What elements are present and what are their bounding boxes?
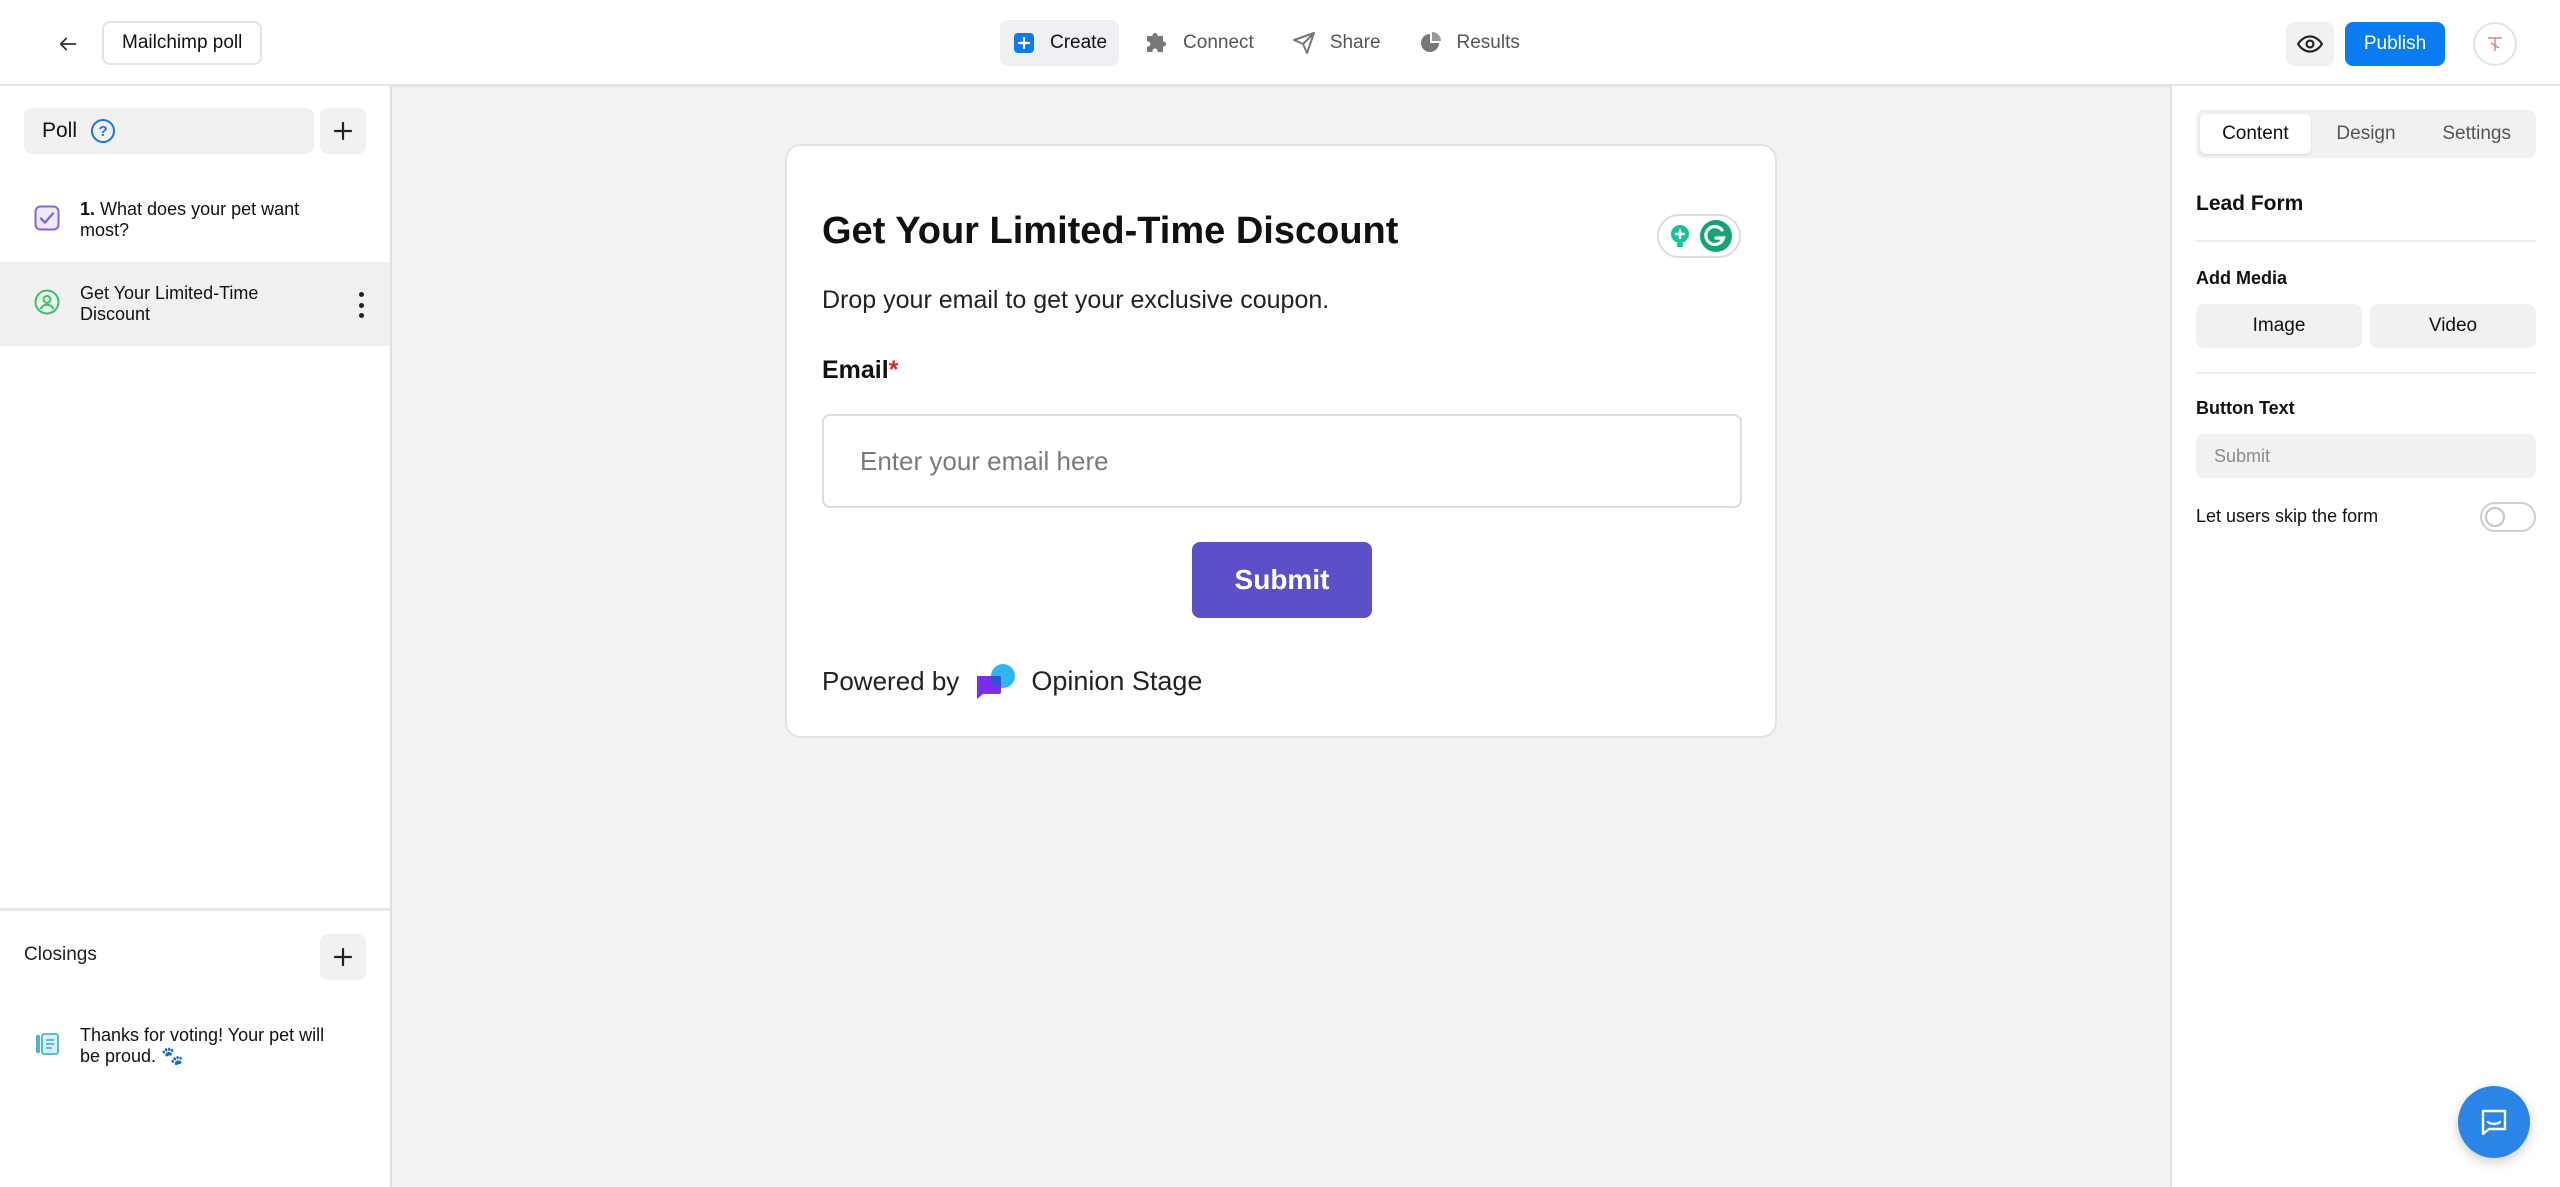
chat-support-button[interactable] — [2458, 1086, 2530, 1158]
nav-connect[interactable]: Connect — [1133, 20, 1266, 66]
tab-design[interactable]: Design — [2311, 114, 2422, 154]
nav-label: Results — [1456, 32, 1520, 53]
lead-form-icon — [34, 289, 60, 320]
add-video-button[interactable]: Video — [2370, 304, 2536, 348]
checkbox-icon — [34, 205, 60, 236]
more-options-icon[interactable] — [356, 292, 366, 318]
add-image-button[interactable]: Image — [2196, 304, 2362, 348]
poll-section-label: Poll — [42, 119, 78, 142]
required-mark: * — [888, 356, 899, 384]
pie-chart-icon — [1419, 31, 1443, 55]
button-text-label: Button Text — [2196, 398, 2295, 418]
panel-title: Lead Form — [2196, 192, 2304, 215]
lightbulb-icon — [1671, 225, 1689, 247]
email-label: Email* — [822, 356, 898, 385]
chat-icon — [2481, 1109, 2507, 1136]
add-media-label: Add Media — [2196, 268, 2288, 288]
send-icon — [1292, 31, 1316, 55]
divider — [0, 908, 390, 911]
back-button[interactable] — [48, 24, 88, 64]
add-closing-button[interactable] — [320, 934, 366, 980]
card-subtitle[interactable]: Drop your email to get your exclusive co… — [822, 286, 1329, 315]
left-sidebar: Poll ? 1. What does your pet want most? … — [0, 86, 392, 1187]
right-panel: Content Design Settings Lead Form Add Me… — [2170, 86, 2560, 1187]
poll-section-header: Poll ? — [24, 108, 314, 154]
divider — [2196, 240, 2536, 242]
closing-item-label: Thanks for voting! Your pet will be prou… — [80, 1025, 325, 1066]
avatar[interactable] — [2473, 22, 2517, 66]
nav-share[interactable]: Share — [1280, 20, 1393, 66]
preview-button[interactable] — [2286, 22, 2334, 66]
lead-form-card: Get Your Limited-Time Discount Drop your… — [785, 144, 1777, 738]
tab-content[interactable]: Content — [2200, 114, 2311, 154]
add-question-button[interactable] — [320, 108, 366, 154]
main-nav: Create Connect Share Results — [1000, 20, 1532, 66]
nav-create[interactable]: Create — [1000, 20, 1120, 66]
divider — [2196, 372, 2536, 374]
publish-button[interactable]: Publish — [2345, 22, 2445, 66]
nav-label: Create — [1050, 32, 1108, 53]
powered-by-label: Powered by — [822, 665, 960, 696]
user-logo-icon — [2488, 37, 2502, 51]
skip-form-toggle[interactable] — [2480, 502, 2536, 532]
closings-label: Closings — [24, 944, 97, 965]
nav-label: Share — [1329, 32, 1381, 53]
poll-title[interactable]: Mailchimp poll — [102, 21, 263, 65]
email-label-text: Email — [822, 356, 889, 384]
powered-by[interactable]: Powered by Opinion Stage — [822, 662, 1202, 700]
lead-form-item-label: Get Your Limited-Time Discount — [80, 283, 259, 324]
plus-square-icon — [1012, 31, 1036, 55]
sidebar-item-lead-form[interactable]: Get Your Limited-Time Discount — [0, 262, 390, 346]
nav-label: Connect — [1183, 32, 1254, 53]
sidebar-item-closing-1[interactable]: Thanks for voting! Your pet will be prou… — [0, 1004, 390, 1088]
button-text-input[interactable] — [2196, 434, 2536, 478]
closing-page-icon — [34, 1031, 60, 1062]
sidebar-item-question-1[interactable]: 1. What does your pet want most? — [0, 178, 390, 262]
panel-tabs: Content Design Settings — [2196, 110, 2536, 158]
arrow-left-icon — [59, 37, 77, 51]
brand-name: Opinion Stage — [1031, 665, 1203, 696]
submit-button[interactable]: Submit — [1192, 542, 1372, 618]
top-bar: Mailchimp poll Create Connect Share Resu… — [0, 0, 2560, 86]
question-number: 1. — [80, 199, 96, 219]
grammarly-icon — [1700, 220, 1732, 252]
tab-settings[interactable]: Settings — [2421, 114, 2532, 154]
question-text: What does your pet want most? — [80, 199, 300, 240]
plus-icon — [333, 121, 353, 141]
eye-icon — [2297, 35, 2323, 53]
grammarly-widget[interactable] — [1657, 214, 1741, 258]
help-icon[interactable]: ? — [91, 119, 116, 143]
card-title[interactable]: Get Your Limited-Time Discount — [822, 210, 1398, 253]
puzzle-icon — [1145, 31, 1169, 55]
email-field[interactable] — [822, 414, 1742, 508]
plus-icon — [333, 947, 353, 967]
opinion-stage-logo-icon — [977, 664, 1016, 699]
nav-results[interactable]: Results — [1407, 20, 1532, 66]
toggle-knob — [2485, 507, 2505, 527]
skip-form-label: Let users skip the form — [2196, 506, 2379, 526]
